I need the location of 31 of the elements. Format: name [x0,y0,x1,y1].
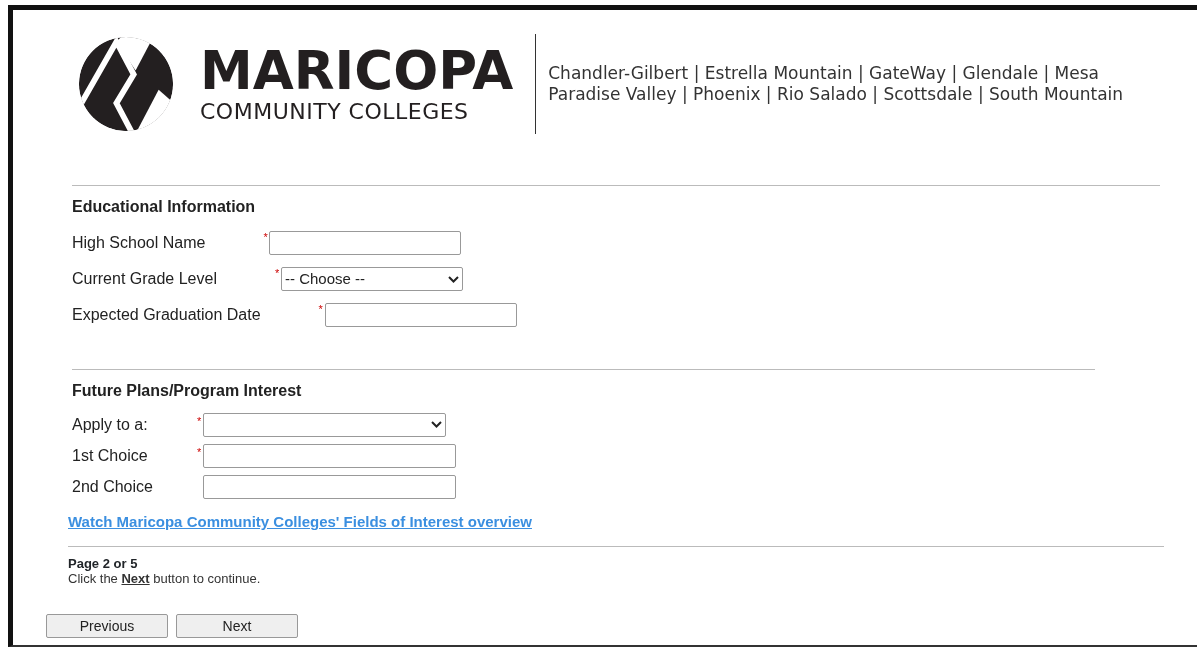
select-value: -- Choose -- [284,268,365,289]
chevron-down-icon [431,421,442,428]
chevron-down-icon [447,275,459,283]
required-mark: * [197,414,203,429]
college-list: Paradise Valley | Phoenix | Rio Salado | Scottsdale | South Mountain [548,83,1124,105]
page-indicator: Page 2 or 5 [68,556,139,571]
required-mark: * [263,230,269,245]
logo-icon [78,35,174,132]
dropdown-field[interactable] [203,412,446,437]
dropdown-field[interactable]: -- Choose -- [280,267,463,291]
field-label: 2nd Choice [72,476,154,497]
input-field[interactable] [324,303,517,327]
logo-wordmark: MARICOPA [200,44,514,97]
nav-button[interactable]: Previous [46,614,168,638]
section-title: Educational Information [72,197,257,217]
section-title: Future Plans/Program Interest [72,381,303,401]
required-mark: * [318,302,324,317]
instruction-text: Click the Next button to continue. [68,571,262,586]
input-field[interactable] [269,231,462,255]
required-mark: * [197,445,203,460]
field-label: Expected Graduation Date [72,305,261,325]
nav-button[interactable]: Next [176,614,298,638]
field-label: 1st Choice [72,445,149,466]
college-list: Chandler-Gilbert | Estrella Mountain | GateWay | Glendale | Mesa [548,62,1124,84]
logo-subtitle: COMMUNITY COLLEGES [200,101,470,123]
field-label: Apply to a: [72,414,149,435]
field-label: Current Grade Level [72,269,217,289]
input-field[interactable] [203,443,456,468]
field-label: High School Name [72,233,206,253]
input-field[interactable] [203,474,456,499]
required-mark: * [274,266,281,281]
